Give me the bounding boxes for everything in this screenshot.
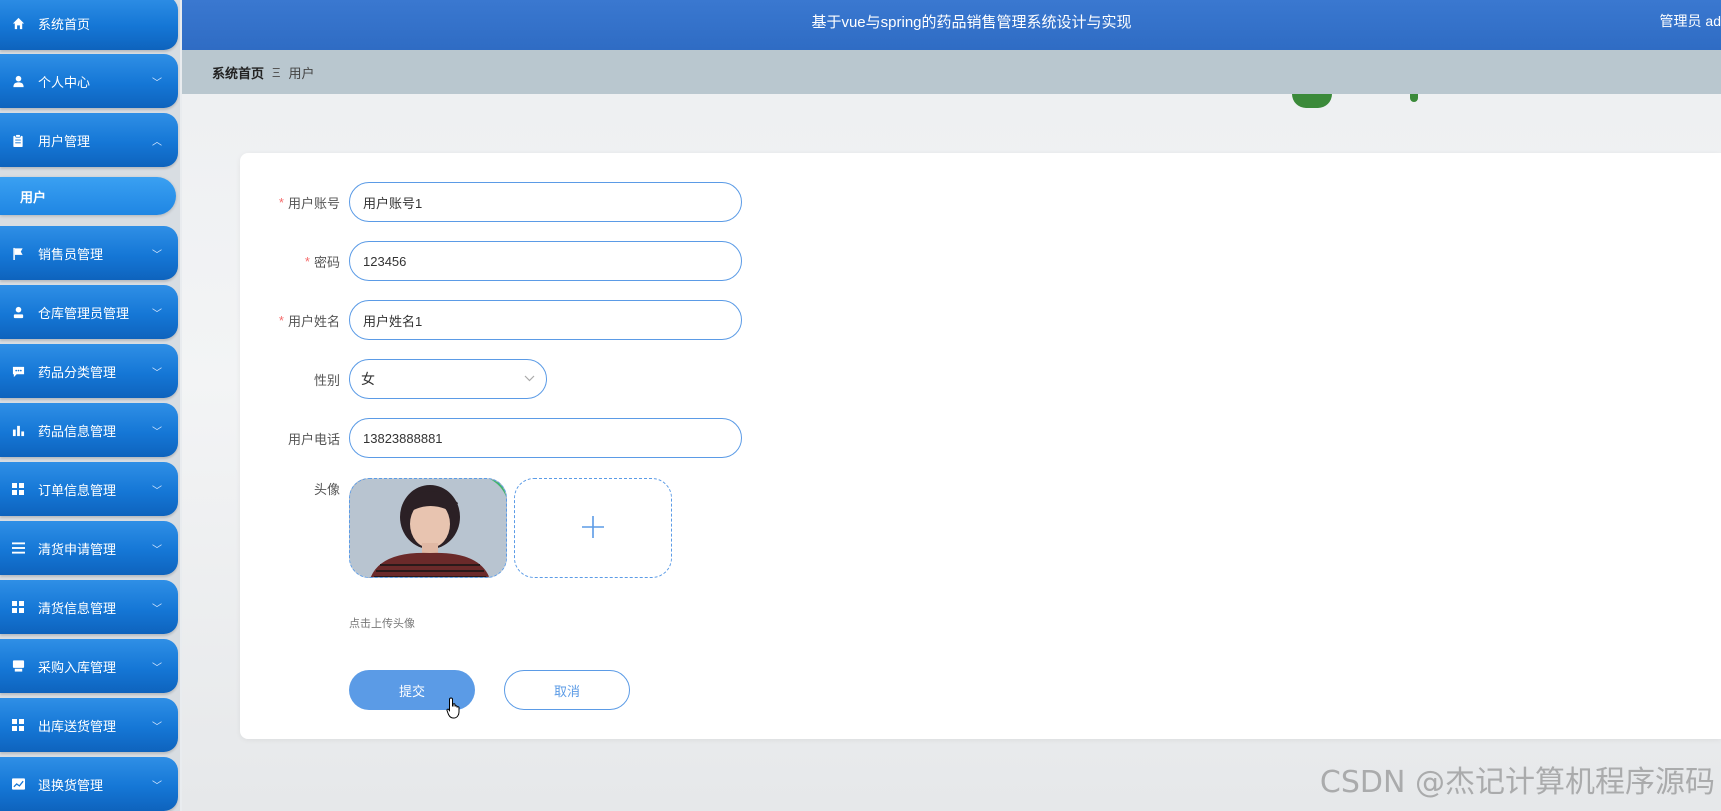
chevron-down-icon: ﹀ bbox=[152, 662, 162, 674]
sidebar-item-label: 采购入库管理 bbox=[38, 659, 117, 675]
sidebar-item-drug-info-management[interactable]: 药品信息管理 ﹀ bbox=[0, 403, 178, 457]
sidebar-item-label: 仓库管理员管理 bbox=[38, 305, 130, 321]
chevron-down-icon: ﹀ bbox=[152, 780, 162, 792]
required-mark: * bbox=[278, 194, 284, 210]
breadcrumb-separator: Ξ bbox=[272, 64, 281, 80]
breadcrumb: 系统首页 Ξ 用户 bbox=[182, 50, 1721, 94]
watermark: CSDN @杰记计算机程序源码 bbox=[1319, 765, 1715, 800]
sidebar-item-warehouse-admin-management[interactable]: 仓库管理员管理 ﹀ bbox=[0, 285, 178, 339]
phone-input[interactable]: 13823888881 bbox=[349, 418, 742, 458]
sidebar-item-label: 系统首页 bbox=[38, 16, 91, 32]
sidebar-item-home[interactable]: 系统首页 bbox=[0, 0, 178, 50]
form-row-account: * 用户账号 用户账号1 bbox=[240, 182, 1721, 222]
list-icon bbox=[11, 541, 25, 555]
app-title: 基于vue与spring的药品销售管理系统设计与实现 bbox=[811, 13, 1132, 31]
user-form-card: * 用户账号 用户账号1 * 密码 123456 * 用户姓名 用户姓名1 性别… bbox=[240, 153, 1721, 739]
sidebar-item-label: 退换货管理 bbox=[38, 777, 104, 793]
account-label: * 用户账号 bbox=[240, 182, 340, 222]
plus-icon bbox=[580, 514, 606, 543]
chevron-down-icon: ﹀ bbox=[152, 308, 162, 320]
sidebar-item-label: 出库送货管理 bbox=[38, 718, 117, 734]
trend-icon bbox=[11, 777, 25, 791]
sidebar-subitem-user[interactable]: 用户 bbox=[0, 177, 176, 215]
sidebar-item-outbound-delivery-management[interactable]: 出库送货管理 ﹀ bbox=[0, 698, 178, 752]
person-icon bbox=[11, 305, 25, 319]
sidebar-item-label: 药品信息管理 bbox=[38, 423, 117, 439]
avatar-photo-icon bbox=[350, 479, 506, 577]
name-input[interactable]: 用户姓名1 bbox=[349, 300, 742, 340]
current-user[interactable]: 管理员 ad bbox=[1660, 0, 1721, 42]
avatar-upload-button[interactable] bbox=[514, 478, 672, 578]
sidebar: 系统首页 个人中心 ﹀ 用户管理 ︿ 用户 销售员管理 ﹀ 仓库管理员管理 ﹀ bbox=[0, 0, 180, 811]
upload-hint: 点击上传头像 bbox=[349, 618, 415, 630]
leaf-decoration bbox=[1292, 94, 1332, 108]
sidebar-item-clearance-request-management[interactable]: 清货申请管理 ﹀ bbox=[0, 521, 178, 575]
chevron-down-icon: ﹀ bbox=[152, 603, 162, 615]
sidebar-item-personal-center[interactable]: 个人中心 ﹀ bbox=[0, 54, 178, 108]
chevron-down-icon: ﹀ bbox=[152, 367, 162, 379]
sidebar-subitem-label: 用户 bbox=[20, 189, 47, 205]
grid-icon bbox=[11, 600, 25, 614]
sidebar-item-purchase-inbound-management[interactable]: 采购入库管理 ﹀ bbox=[0, 639, 178, 693]
sidebar-item-label: 清货信息管理 bbox=[38, 600, 117, 616]
breadcrumb-current: 用户 bbox=[288, 65, 315, 81]
password-label: * 密码 bbox=[240, 241, 340, 281]
clipboard-icon bbox=[11, 133, 25, 147]
name-label: * 用户姓名 bbox=[240, 300, 340, 340]
user-icon bbox=[11, 74, 25, 88]
grid-icon bbox=[11, 482, 25, 496]
sidebar-item-label: 用户管理 bbox=[38, 133, 91, 149]
sidebar-item-label: 销售员管理 bbox=[38, 246, 104, 262]
gender-label: 性别 bbox=[313, 372, 340, 388]
required-mark: * bbox=[304, 253, 310, 269]
name-label-text: 用户姓名 bbox=[287, 313, 340, 329]
sidebar-item-label: 订单信息管理 bbox=[38, 482, 117, 498]
grid-icon bbox=[11, 718, 25, 732]
password-input[interactable]: 123456 bbox=[349, 241, 742, 281]
chat-icon bbox=[11, 364, 25, 378]
cancel-button[interactable]: 取消 bbox=[504, 670, 630, 710]
sidebar-item-drug-category-management[interactable]: 药品分类管理 ﹀ bbox=[0, 344, 178, 398]
phone-label: 用户电话 bbox=[287, 431, 340, 447]
breadcrumb-home[interactable]: 系统首页 bbox=[212, 63, 264, 82]
sidebar-item-return-exchange-management[interactable]: 退换货管理 ﹀ bbox=[0, 757, 178, 811]
flag-icon bbox=[11, 246, 25, 260]
chevron-down-icon: ﹀ bbox=[152, 544, 162, 556]
sidebar-item-salesperson-management[interactable]: 销售员管理 ﹀ bbox=[0, 226, 178, 280]
sidebar-item-label: 清货申请管理 bbox=[38, 541, 117, 557]
account-input[interactable]: 用户账号1 bbox=[349, 182, 742, 222]
account-label-text: 用户账号 bbox=[287, 195, 340, 211]
password-label-text: 密码 bbox=[313, 254, 340, 270]
sidebar-item-label: 个人中心 bbox=[38, 74, 91, 90]
gender-select-value: 女 bbox=[361, 371, 375, 387]
form-row-gender: 性别 女 bbox=[240, 359, 1721, 399]
form-row-name: * 用户姓名 用户姓名1 bbox=[240, 300, 1721, 340]
bar-chart-icon bbox=[11, 423, 25, 437]
leaf-decoration bbox=[1410, 94, 1418, 102]
chevron-down-icon bbox=[524, 373, 535, 385]
sidebar-item-label: 药品分类管理 bbox=[38, 364, 117, 380]
chevron-down-icon: ﹀ bbox=[152, 485, 162, 497]
avatar-label: 头像 bbox=[313, 481, 340, 497]
chevron-down-icon: ﹀ bbox=[152, 77, 162, 89]
form-row-password: * 密码 123456 bbox=[240, 241, 1721, 281]
gender-select[interactable]: 女 bbox=[349, 359, 547, 399]
sidebar-item-clearance-info-management[interactable]: 清货信息管理 ﹀ bbox=[0, 580, 178, 634]
chevron-up-icon: ︿ bbox=[152, 136, 162, 148]
sidebar-item-order-info-management[interactable]: 订单信息管理 ﹀ bbox=[0, 462, 178, 516]
chevron-down-icon: ﹀ bbox=[152, 721, 162, 733]
avatar-preview[interactable] bbox=[349, 478, 507, 578]
hand-cursor-icon bbox=[446, 697, 462, 719]
chevron-down-icon: ﹀ bbox=[152, 426, 162, 438]
home-icon bbox=[11, 16, 25, 30]
inbox-icon bbox=[11, 659, 25, 673]
sidebar-item-user-management[interactable]: 用户管理 ︿ bbox=[0, 113, 178, 167]
required-mark: * bbox=[278, 312, 284, 328]
top-header: 基于vue与spring的药品销售管理系统设计与实现 管理员 ad bbox=[182, 0, 1721, 50]
chevron-down-icon: ﹀ bbox=[152, 249, 162, 261]
form-row-phone: 用户电话 13823888881 bbox=[240, 418, 1721, 458]
